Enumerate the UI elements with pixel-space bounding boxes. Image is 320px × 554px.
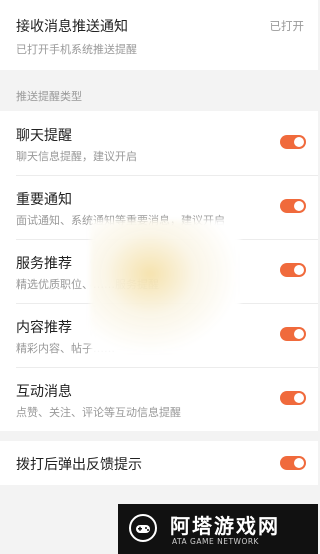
chat-toggle[interactable]: [280, 135, 306, 149]
section-label: 推送提醒类型: [16, 90, 82, 103]
content-toggle[interactable]: [280, 327, 306, 341]
item-title: 服务推荐: [16, 256, 72, 272]
important-toggle[interactable]: [280, 199, 306, 213]
watermark: 阿塔游戏网 ATA GAME NETWORK: [118, 504, 318, 554]
feedback-row[interactable]: 拨打后弹出反馈提示: [0, 441, 318, 485]
item-subtitle: 点赞、关注、评论等互动信息提醒: [16, 406, 181, 419]
item-subtitle: 聊天信息提醒，建议开启: [16, 150, 137, 163]
feedback-toggle[interactable]: [280, 456, 306, 470]
list-item-chat[interactable]: 聊天提醒 聊天信息提醒，建议开启: [0, 111, 318, 175]
toggle-knob: [294, 265, 304, 275]
push-subtitle: 已打开手机系统推送提醒: [16, 43, 137, 56]
toggle-knob: [294, 458, 304, 468]
item-title: 内容推荐: [16, 320, 72, 336]
watermark-name: 阿塔游戏网: [170, 514, 280, 538]
toggle-knob: [294, 393, 304, 403]
list-item-interaction[interactable]: 互动消息 点赞、关注、评论等互动信息提醒: [0, 367, 318, 431]
push-notification-row[interactable]: 接收消息推送通知 已打开手机系统推送提醒 已打开: [0, 0, 318, 70]
interaction-toggle[interactable]: [280, 391, 306, 405]
toggle-knob: [294, 201, 304, 211]
feedback-title: 拨打后弹出反馈提示: [16, 457, 142, 473]
service-toggle[interactable]: [280, 263, 306, 277]
blurred-overlay: [90, 220, 240, 355]
push-status: 已打开: [269, 19, 305, 33]
gamepad-logo-icon: [129, 514, 157, 542]
item-title: 重要通知: [16, 192, 72, 208]
toggle-knob: [294, 137, 304, 147]
push-title: 接收消息推送通知: [16, 19, 128, 35]
item-title: 聊天提醒: [16, 128, 72, 144]
item-title: 互动消息: [16, 384, 72, 400]
watermark-subtitle: ATA GAME NETWORK: [172, 537, 259, 546]
toggle-knob: [294, 329, 304, 339]
